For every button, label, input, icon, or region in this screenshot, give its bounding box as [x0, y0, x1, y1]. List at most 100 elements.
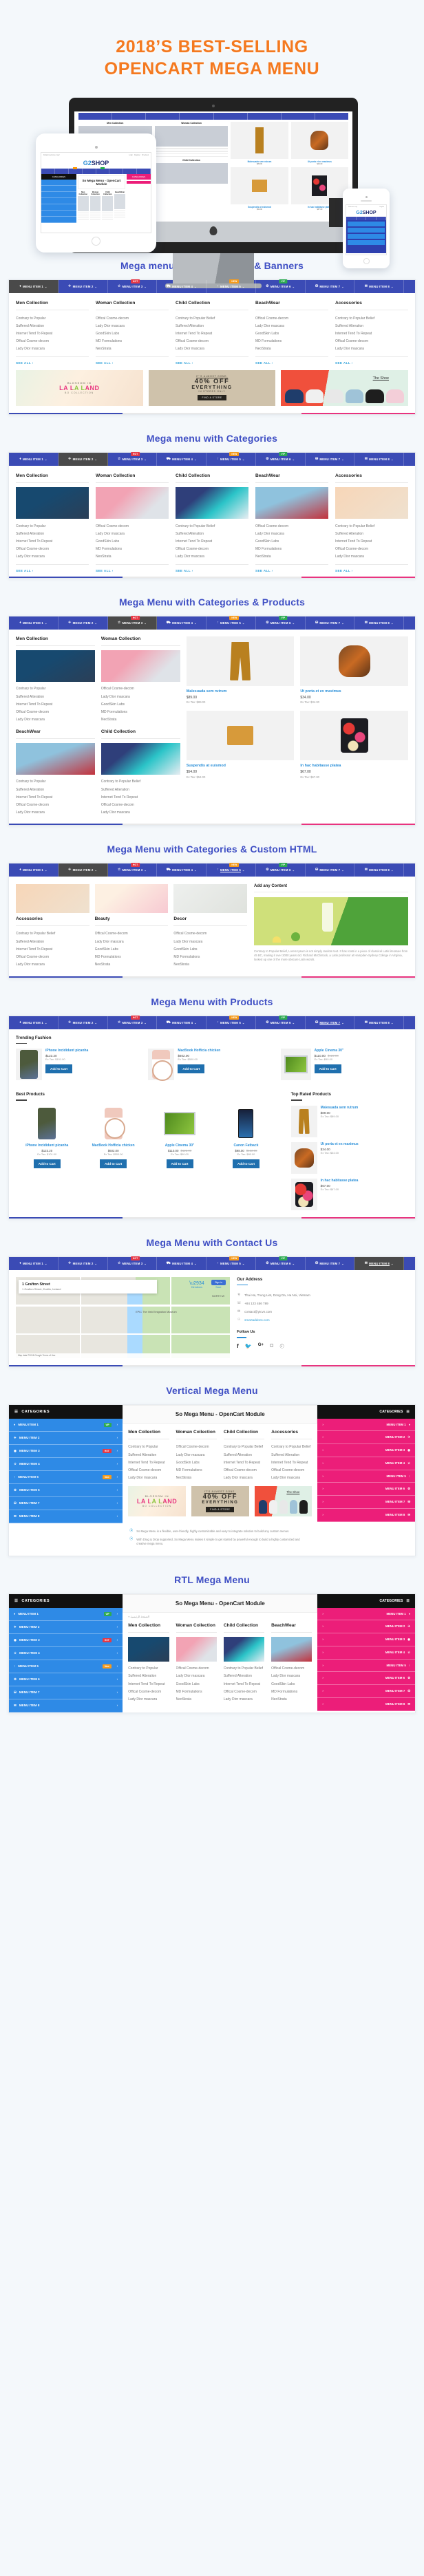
category-link[interactable]: Lady Dior mascara [16, 809, 95, 817]
see-all-link[interactable]: SEE ALL › [96, 356, 169, 365]
category-link[interactable]: Contrary to Popular Belief [335, 314, 408, 322]
menu-item-3[interactable]: HOT ☆ MENU ITEM 3 ⌄ [108, 451, 158, 466]
menu-item-1[interactable]: ♦ MENU ITEM 1 ⌄ [9, 616, 59, 630]
category-link[interactable]: Contrary to Popular Belief [224, 1665, 264, 1673]
category-thumbnail[interactable] [16, 742, 95, 775]
phone-home-button[interactable] [363, 258, 370, 264]
product-card-canon[interactable]: Canon Fatback $98.00 $122.00 Ex Tax: $80.… [215, 1105, 277, 1169]
category-link[interactable]: Suffered Alteration [16, 322, 89, 330]
category-link[interactable]: Offical Cosme-decom [271, 1665, 312, 1673]
category-link[interactable]: MD Formulations [255, 546, 328, 553]
category-link[interactable]: Suffered Alteration [16, 786, 95, 793]
category-link[interactable]: Offical Cosme-decom [176, 338, 248, 345]
category-link[interactable]: Suffered Alteration [16, 530, 89, 537]
category-link[interactable]: Contrary to Popular Belief [224, 1443, 264, 1451]
category-link[interactable]: MD Formulations [96, 546, 169, 553]
menu-item-4[interactable]: ⛟ MENU ITEM 4 ⌄ [157, 1256, 206, 1270]
category-link[interactable]: Lady Dior mascara [176, 1673, 217, 1680]
category-link[interactable]: Contrary to Popular [16, 685, 95, 693]
rtl-menu-item-6[interactable]: › MENU ITEM 6 ⚙ [317, 1482, 415, 1496]
category-link[interactable]: Contrary to Popular [128, 1443, 169, 1451]
rtl-menu-item-2[interactable]: › MENU ITEM 2 ✈ [317, 1430, 415, 1444]
product-card-macbook[interactable]: MacBook Hofficia chicken $602.00 Ex Tax:… [82, 1105, 145, 1169]
google-plus-icon[interactable]: G+ [258, 1343, 264, 1349]
menu-item-8[interactable]: ✉ MENU ITEM 8 ⌄ [354, 1256, 404, 1270]
category-link[interactable]: Offical Cosme-decom [101, 685, 180, 693]
category-link[interactable]: Internet Tend To Repeat [128, 1680, 169, 1688]
category-link[interactable]: Lady Dior mascara [271, 1474, 312, 1482]
category-link[interactable]: Suffered Alteration [101, 786, 180, 793]
category-link[interactable]: GoodSkin Labs [96, 330, 169, 337]
category-link[interactable]: Internet Tend To Repeat [128, 1459, 169, 1466]
category-link[interactable]: MD Formulations [255, 338, 328, 345]
category-link[interactable]: MD Formulations [173, 953, 247, 960]
vertical-menu-item-7[interactable]: ⛁ MENU ITEM 7 › [9, 1496, 123, 1510]
contact-website[interactable]: ☉ smartaddons.com [237, 1316, 408, 1324]
category-link[interactable]: Suffered Alteration [128, 1673, 169, 1680]
find-a-store-button[interactable]: FIND A STORE [198, 395, 226, 401]
category-link[interactable]: GoodSkin Labs [173, 945, 247, 953]
category-link[interactable]: Offical Cosme-decom [176, 1665, 217, 1673]
category-link[interactable]: Suffered Alteration [16, 693, 95, 700]
category-link[interactable]: NeoStrata [96, 553, 169, 561]
category-link[interactable]: Suffered Alteration [176, 530, 248, 537]
menu-item-1[interactable]: ♦ MENU ITEM 1 ⌄ [9, 1256, 59, 1270]
rtl-menu-item-3[interactable]: › MENU ITEM 3 ◉ [317, 1443, 415, 1457]
category-link[interactable]: Internet Tend To Repeat [335, 537, 408, 545]
menu-item-2[interactable]: ✈ MENU ITEM 2 ⌄ [59, 616, 108, 630]
category-link[interactable]: Internet Tend To Repeat [16, 700, 95, 708]
category-link[interactable]: NeoStrata [173, 961, 247, 969]
rtl-menu-item-4[interactable]: › MENU ITEM 4 ☆ [317, 1457, 415, 1470]
category-link[interactable]: GoodSkin Labs [96, 537, 169, 545]
see-all-link[interactable]: SEE ALL › [176, 564, 248, 572]
category-link[interactable]: Offical Cosme-decom [95, 930, 169, 938]
category-thumbnail[interactable] [94, 883, 169, 913]
category-link[interactable]: Internet Tend To Repeat [176, 330, 248, 337]
tablet-home-button[interactable] [92, 237, 100, 246]
menu-item-4[interactable]: ⛟ MENU ITEM 4 ⌄ [157, 863, 206, 877]
see-all-link[interactable]: SEE ALL › [255, 356, 328, 365]
category-link[interactable]: Lady Dior mascara [16, 716, 95, 724]
menu-item-8[interactable]: ✉ MENU ITEM 8 ⌄ [354, 452, 404, 466]
category-thumbnail[interactable] [128, 1636, 169, 1662]
category-link[interactable]: Offical Cosme-decom [224, 1466, 264, 1474]
see-all-link[interactable]: SEE ALL › [96, 564, 169, 572]
product-card-cinema[interactable]: Apple Cinema 30" $110.00 $122.00 Ex Tax: … [148, 1105, 211, 1169]
category-link[interactable]: Contrary to Popular Belief [16, 930, 89, 938]
category-link[interactable]: Internet Tend To Repeat [16, 793, 95, 801]
category-link[interactable]: Internet Tend To Repeat [101, 793, 180, 801]
menu-item-5[interactable]: New ↑ MENU ITEM 5 ⌄ [206, 1015, 256, 1029]
category-thumbnail[interactable] [335, 486, 408, 519]
category-link[interactable]: NeoStrata [176, 1474, 217, 1482]
menu-item-8[interactable]: ✉ MENU ITEM 8 ⌄ [354, 1016, 404, 1029]
category-link[interactable]: Lady Dior mascara [176, 553, 248, 561]
category-link[interactable]: Contrary to Popular [16, 778, 95, 786]
categories-header-right[interactable]: CATEGORIES ☰ [317, 1593, 415, 1608]
category-link[interactable]: Lady Dior mascara [101, 809, 180, 817]
category-thumbnail[interactable] [16, 650, 95, 682]
product-card-bag[interactable]: Suspendis at euismod $54.00 Ex Tax: $54.… [186, 711, 295, 779]
rtl-menu-item-8[interactable]: › MENU ITEM 8 ✉ [317, 1697, 415, 1711]
menu-item-3[interactable]: HOT ☆ MENU ITEM 3 ⌄ [108, 1256, 158, 1270]
category-link[interactable]: GoodSkin Labs [255, 330, 328, 337]
menu-item-3[interactable]: HOT ☆ MENU ITEM 3 ⌄ [108, 279, 158, 293]
rtl-menu-item-2[interactable]: › MENU ITEM 2 ✈ [317, 1620, 415, 1633]
category-link[interactable]: Suffered Alteration [224, 1451, 264, 1459]
product-card-jacket[interactable]: Ut porta et ex maximus $34.00 Ex Tax: $3… [290, 1141, 408, 1174]
instagram-icon[interactable]: ▢ [270, 1343, 274, 1349]
category-link[interactable]: Offical Cosme-decom [173, 930, 247, 938]
find-a-store-button[interactable]: FIND A STORE [206, 1506, 235, 1512]
category-link[interactable]: Offical Cosme-decom [176, 546, 248, 553]
menu-item-8[interactable]: ✉ MENU ITEM 8 ⌄ [354, 616, 404, 630]
facebook-icon[interactable]: f [237, 1343, 239, 1349]
rtl-menu-item-1[interactable]: › MENU ITEM 1 ♦ [317, 1418, 415, 1431]
menu-item-2[interactable]: ✈ MENU ITEM 2 ⌄ [58, 452, 108, 466]
menu-item-2[interactable]: ✈ MENU ITEM 2 ⌄ [59, 1256, 108, 1270]
product-card-jacket[interactable]: Ut porta et ex maximus $34.00 Ex Tax: $3… [300, 636, 408, 704]
banner-la-la-land[interactable]: BLOSSOM IN LA LA LAND BO COLLECTION [16, 369, 143, 406]
category-link[interactable]: Internet Tend To Repeat [271, 1459, 312, 1466]
twitter-icon[interactable]: 🐦 [245, 1343, 252, 1349]
add-to-cart-button[interactable]: Add to Cart [166, 1159, 193, 1169]
map-embed[interactable]: 1 Grafton Street 1 Grafton Street, Dubli… [16, 1276, 231, 1358]
rtl-menu-item-7[interactable]: › MENU ITEM 7 ⛁ [317, 1495, 415, 1509]
